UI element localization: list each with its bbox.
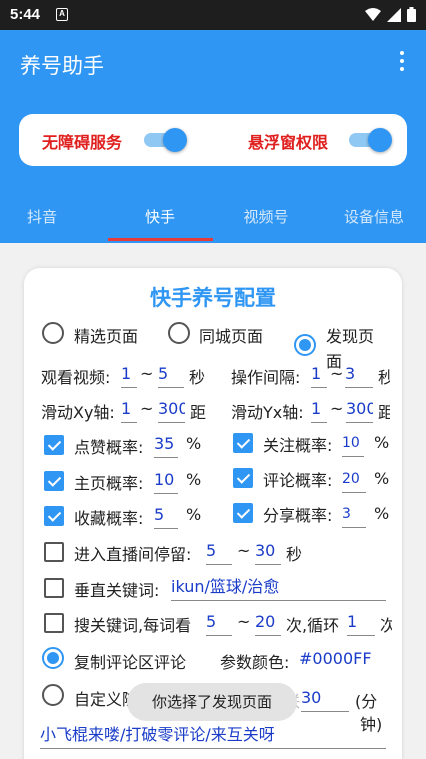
watch-video-label: 观看视频: [41,368,111,387]
op-interval-max-input[interactable]: 3 [345,362,373,388]
watch-video-tilde: ~ [140,364,154,383]
radio-discover-page[interactable] [294,334,316,356]
search-keyword-min-input[interactable]: 5 [206,610,232,636]
accessibility-switch[interactable] [144,128,187,152]
search-keyword-label: 搜关键词,每词看 [74,616,192,635]
status-bar: 5:44 A [0,0,426,30]
follow-rate-label: 关注概率: [263,436,333,455]
more-vertical-icon[interactable] [398,51,406,73]
tab-device-info[interactable]: 设备信息 [332,206,416,227]
home-rate-unit: % [186,470,202,489]
vertical-keyword-input[interactable]: ikun/篮球/治愈 [171,575,386,601]
search-keyword-max-input[interactable]: 20 [255,610,281,636]
notification-app-icon: A [56,8,68,21]
op-interval-unit: 秒 [378,368,390,387]
status-time: 5:44 [10,6,41,23]
op-interval-min-input[interactable]: 1 [311,362,327,388]
follow-checkbox[interactable] [233,433,253,453]
local-page-label: 同城页面 [199,327,264,346]
comment-rate-input[interactable]: 20 [342,467,366,493]
overlay-label: 悬浮窗权限 [248,133,329,152]
radio-copy-comment[interactable] [42,647,64,669]
fav-checkbox[interactable] [44,506,64,526]
comment-text-input[interactable]: 小飞棍来喽/打破零评论/来互关呀 [40,723,386,749]
watch-video-max-input[interactable]: 5 [158,362,184,388]
overlay-switch[interactable] [349,128,392,152]
accessibility-label: 无障碍服务 [42,133,123,152]
swipe-y-min-input[interactable]: 1 [311,397,327,423]
app-title: 养号助手 [20,54,104,78]
copy-comment-label: 复制评论区评论 [74,653,187,672]
swipe-x-min-input[interactable]: 1 [121,397,137,423]
param-color-label: 参数颜色: [220,653,290,672]
like-rate-label: 点赞概率: [74,438,144,457]
comment-checkbox[interactable] [233,468,253,488]
swipe-y-tilde: ~ [330,399,344,418]
config-title: 快手养号配置 [150,286,276,310]
battery-icon [407,7,416,22]
comment-rate-label: 评论概率: [263,471,333,490]
swipe-x-tilde: ~ [140,399,154,418]
search-keyword-mid: 次,循环 [286,616,340,635]
live-stay-max-input[interactable]: 30 [255,539,281,565]
swipe-x-max-input[interactable]: 300 [158,397,185,423]
tab-shipinhao[interactable]: 视频号 [230,206,302,227]
swipe-x-unit: 距 [190,403,207,422]
live-stay-tilde: ~ [237,541,251,560]
vertical-keyword-checkbox[interactable] [44,578,64,598]
vertical-keyword-label: 垂直关键词: [74,581,160,600]
swipe-x-label: 滑动Xy轴: [41,403,115,422]
share-rate-label: 分享概率: [263,506,333,525]
search-keyword-checkbox[interactable] [44,613,64,633]
follow-rate-input[interactable]: 10 [342,431,364,457]
home-checkbox[interactable] [44,471,64,491]
tab-indicator [108,238,213,241]
tab-kuaishou[interactable]: 快手 [130,206,190,227]
watch-video-unit: 秒 [189,368,206,387]
radio-custom-random[interactable] [42,684,64,706]
fav-rate-unit: % [186,505,202,524]
signal-icon [387,7,401,22]
share-rate-input[interactable]: 3 [342,502,366,528]
share-checkbox[interactable] [233,503,253,523]
home-rate-input[interactable]: 10 [154,468,178,494]
op-interval-label: 操作间隔: [231,368,301,387]
platform-tabs: 抖音 快手 视频号 设备信息 [0,196,426,242]
share-rate-unit: % [374,504,390,523]
app-bar: 养号助手 无障碍服务 悬浮窗权限 抖音 快手 视频号 设备信息 [0,30,426,243]
live-stay-checkbox[interactable] [44,542,64,562]
op-interval-tilde: ~ [330,364,344,383]
search-keyword-tilde: ~ [237,612,251,631]
swipe-y-label: 滑动Yx轴: [231,403,304,422]
wifi-icon [365,7,381,21]
like-rate-unit: % [186,434,202,453]
like-rate-input[interactable]: 35 [154,432,178,458]
live-stay-label: 进入直播间停留: [74,545,192,564]
live-stay-unit: 秒 [286,545,303,564]
fav-rate-input[interactable]: 5 [154,503,178,529]
featured-page-label: 精选页面 [74,327,139,346]
comment-rate-unit: % [374,469,390,488]
like-checkbox[interactable] [44,435,64,455]
follow-rate-unit: % [374,433,390,452]
param-color-value: #0000FF [299,649,372,668]
custom-unit-line1: (分 [355,692,378,711]
radio-local-page[interactable] [168,322,190,344]
discover-page-label-line1: 发现页 [326,327,375,346]
live-stay-min-input[interactable]: 5 [206,539,232,565]
radio-featured-page[interactable] [42,322,64,344]
search-loop-unit: 次 [380,616,392,635]
swipe-y-max-input[interactable]: 300 [346,397,373,423]
swipe-y-unit: 距 [378,403,390,422]
home-rate-label: 主页概率: [74,474,144,493]
watch-video-min-input[interactable]: 1 [121,362,137,388]
fav-rate-label: 收藏概率: [74,509,144,528]
tab-douyin[interactable]: 抖音 [12,206,72,227]
search-loop-input[interactable]: 1 [347,610,375,636]
permissions-card: 无障碍服务 悬浮窗权限 [19,114,407,166]
toast-message: 你选择了发现页面 [127,683,297,721]
custom-interval-input[interactable]: 30 [301,686,349,712]
